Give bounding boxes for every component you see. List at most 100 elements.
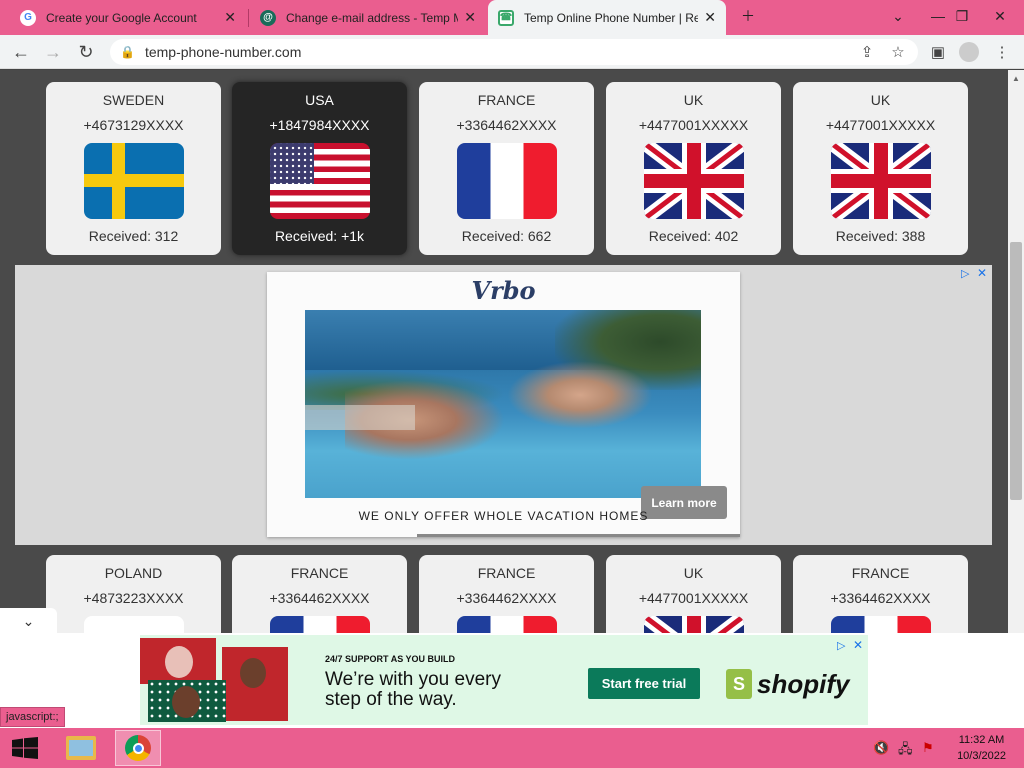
- france-flag-icon: [456, 616, 557, 633]
- tab-search-chevron-icon[interactable]: ⌄: [878, 0, 918, 32]
- page-content: SWEDEN +4673129XXXX Received: 312 USA +1…: [0, 70, 1008, 633]
- card-country: SWEDEN: [102, 92, 165, 108]
- scrollbar-thumb[interactable]: [1010, 242, 1022, 500]
- status-bar-url: javascript:;: [0, 707, 65, 727]
- card-received-count: Received: 662: [461, 228, 552, 244]
- new-tab-icon[interactable]: ＋: [728, 0, 768, 32]
- shopify-bag-icon: S: [726, 669, 752, 699]
- browser-toolbar: ← → ↻ 🔒 temp-phone-number.com ⇪ ☆ ▣ ⋮: [0, 35, 1024, 69]
- tab-google-account[interactable]: G Create your Google Account ✕: [10, 0, 246, 35]
- card-received-count: Received: 388: [835, 228, 926, 244]
- ad-creative[interactable]: Vrbo Learn more WE ONLY OFFER WHOLE VACA…: [267, 272, 740, 537]
- card-number: +4673129XXXX: [83, 117, 184, 133]
- side-panel-icon[interactable]: ▣: [926, 40, 950, 64]
- tab-title: Change e-mail address - Temp M: [286, 10, 459, 25]
- google-icon: G: [20, 9, 36, 26]
- tab-temp-mail[interactable]: @ Change e-mail address - Temp M ✕: [250, 0, 486, 35]
- card-country: USA: [305, 92, 334, 108]
- card-country: FRANCE: [477, 565, 536, 581]
- number-card-uk-2[interactable]: UK +4477001XXXXX Received: 388: [793, 82, 968, 255]
- ad-headline: We’re with you every step of the way.: [325, 670, 501, 710]
- tab-title: Create your Google Account: [46, 10, 197, 25]
- number-card-france[interactable]: FRANCE +3364462XXXX Received: 662: [419, 82, 594, 255]
- file-explorer-icon[interactable]: [58, 730, 104, 766]
- number-card-france-4[interactable]: FRANCE +3364462XXXX: [793, 555, 968, 633]
- shopify-anchor-ad[interactable]: 24/7 SUPPORT AS YOU BUILD We’re with you…: [0, 633, 1024, 728]
- number-card-france-2[interactable]: FRANCE +3364462XXXX: [232, 555, 407, 633]
- card-received-count: Received: 312: [88, 228, 179, 244]
- card-number: +3364462XXXX: [269, 590, 370, 606]
- card-number: +4477001XXXXX: [825, 117, 936, 133]
- card-received-count: Received: +1k: [274, 228, 365, 244]
- address-bar[interactable]: 🔒 temp-phone-number.com: [110, 39, 918, 65]
- adchoices-icon[interactable]: ▷: [837, 639, 845, 652]
- forward-icon[interactable]: →: [41, 40, 65, 64]
- shopify-ad-creative[interactable]: 24/7 SUPPORT AS YOU BUILD We’re with you…: [140, 635, 868, 725]
- tab-separator: [248, 9, 249, 27]
- ad-progress-bar: [417, 534, 740, 537]
- profile-avatar-icon[interactable]: [957, 40, 981, 64]
- number-card-uk[interactable]: UK +4477001XXXXX Received: 402: [606, 82, 781, 255]
- number-card-sweden[interactable]: SWEDEN +4673129XXXX Received: 312: [46, 82, 221, 255]
- menu-kebab-icon[interactable]: ⋮: [990, 40, 1014, 64]
- tab-title: Temp Online Phone Number | Re: [524, 10, 699, 25]
- ad-people-photo: [140, 638, 288, 722]
- back-icon[interactable]: ←: [9, 40, 33, 64]
- windows-start-icon[interactable]: [2, 730, 48, 766]
- vrbo-logo: Vrbo: [471, 276, 536, 305]
- number-card-france-3[interactable]: FRANCE +3364462XXXX: [419, 555, 594, 633]
- url-text: temp-phone-number.com: [144, 44, 302, 60]
- ad-headline-line2: step of the way.: [325, 689, 457, 710]
- adchoices-icon[interactable]: ▷: [961, 267, 969, 280]
- action-center-icon[interactable]: ⚑: [922, 740, 934, 756]
- close-window-icon[interactable]: ✕: [980, 0, 1020, 32]
- card-number: +3364462XXXX: [456, 117, 557, 133]
- close-tab-icon[interactable]: ✕: [224, 9, 236, 26]
- card-country: UK: [870, 92, 891, 108]
- uk-flag-icon: [830, 143, 931, 219]
- number-card-uk-3[interactable]: UK +4477001XXXXX: [606, 555, 781, 633]
- chrome-taskbar-icon[interactable]: [115, 730, 161, 766]
- close-tab-icon[interactable]: ✕: [464, 9, 476, 26]
- france-flag-icon: [830, 616, 931, 633]
- tab-temp-phone-number[interactable]: ☎ Temp Online Phone Number | Re ✕: [488, 0, 726, 35]
- ad-close-icon[interactable]: ✕: [977, 266, 987, 280]
- network-icon[interactable]: 🖧: [898, 740, 913, 762]
- vrbo-advertisement[interactable]: ▷ ✕ Vrbo Learn more WE ONLY OFFER WHOLE …: [15, 265, 992, 545]
- temp-mail-icon: @: [260, 9, 276, 26]
- card-country: POLAND: [104, 565, 163, 581]
- ad-support-text: 24/7 SUPPORT AS YOU BUILD: [325, 654, 456, 664]
- card-country: FRANCE: [477, 92, 536, 108]
- number-card-poland[interactable]: POLAND +4873223XXXX: [46, 555, 221, 633]
- card-number: +4873223XXXX: [83, 590, 184, 606]
- card-number: +4477001XXXXX: [638, 117, 749, 133]
- collapse-ad-chevron-icon[interactable]: ⌄: [0, 608, 57, 634]
- start-free-trial-button[interactable]: Start free trial: [588, 668, 700, 699]
- card-country: UK: [683, 565, 704, 581]
- volume-muted-icon[interactable]: 🔇: [873, 740, 889, 756]
- close-tab-icon[interactable]: ✕: [704, 9, 716, 26]
- reload-icon[interactable]: ↻: [74, 40, 98, 64]
- card-number: +3364462XXXX: [830, 590, 931, 606]
- poland-flag-icon: [83, 616, 184, 633]
- sweden-flag-icon: [83, 143, 184, 219]
- restore-icon[interactable]: ❐: [942, 0, 982, 32]
- card-received-count: Received: 402: [648, 228, 739, 244]
- ad-caption: WE ONLY OFFER WHOLE VACATION HOMES: [358, 509, 649, 523]
- france-flag-icon: [269, 616, 370, 633]
- page-scrollbar[interactable]: ▲: [1008, 70, 1024, 633]
- scroll-up-icon[interactable]: ▲: [1012, 74, 1020, 83]
- pool-photo: [305, 310, 701, 498]
- clock-date: 10/3/2022: [957, 750, 1006, 762]
- ad-close-icon[interactable]: ✕: [853, 638, 863, 652]
- bookmark-star-icon[interactable]: ☆: [886, 40, 910, 64]
- usa-flag-icon: [269, 143, 370, 219]
- card-number: +1847984XXXX: [269, 117, 370, 133]
- number-card-usa[interactable]: USA +1847984XXXX Received: +1k: [232, 82, 407, 255]
- share-icon[interactable]: ⇪: [855, 40, 879, 64]
- ad-headline-line1: We’re with you every: [325, 669, 501, 690]
- system-clock[interactable]: 11:32 AM 10/3/2022: [957, 732, 1006, 764]
- card-country: FRANCE: [851, 565, 910, 581]
- shopify-wordmark: shopify: [757, 669, 850, 699]
- uk-flag-icon: [643, 616, 744, 633]
